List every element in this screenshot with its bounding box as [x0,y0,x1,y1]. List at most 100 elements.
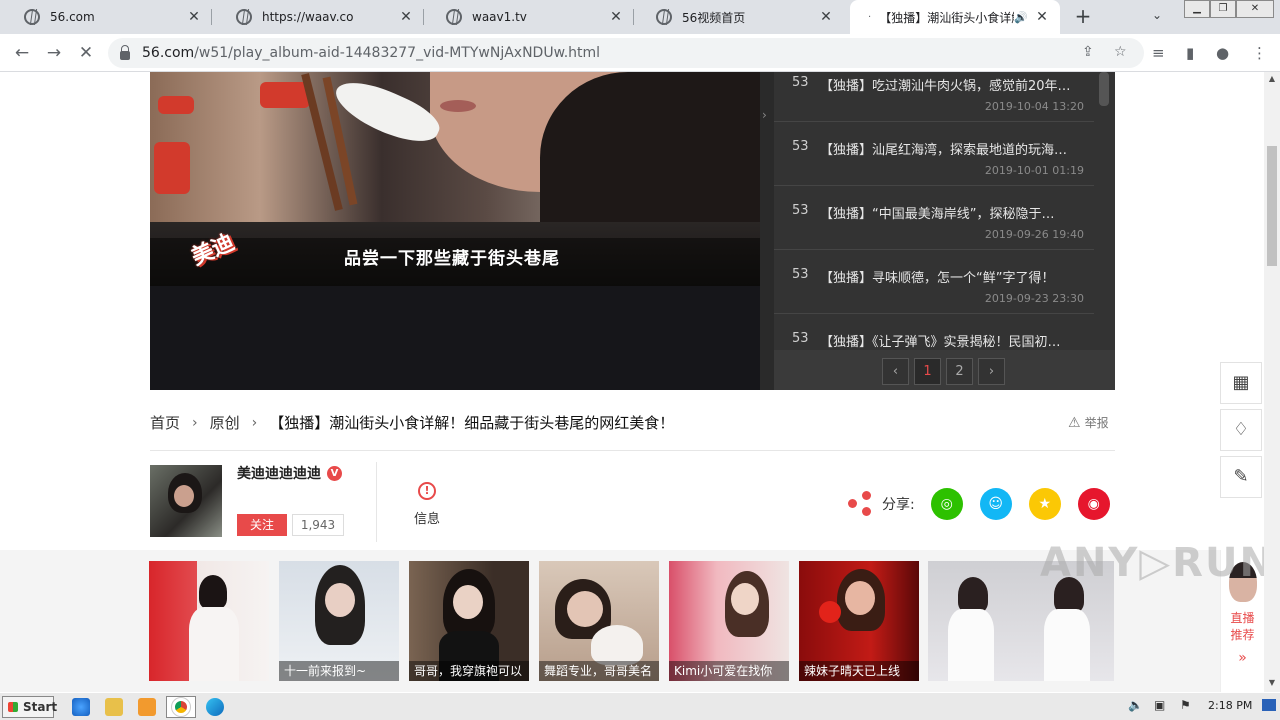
share-page-icon[interactable]: ⇪ [1082,44,1094,60]
verified-badge-icon: V [327,465,342,481]
tab-waav-co[interactable]: https://waav.co ✕ [218,0,424,34]
media-player-icon[interactable] [138,698,156,716]
recommend-thumbnail[interactable]: 辣妹子晴天已上线 [799,561,919,681]
close-window-button[interactable]: ✕ [1236,0,1274,18]
scrollbar-thumb[interactable] [1267,146,1277,266]
playlist-item[interactable]: 53 【独播】吃过潮汕牛肉火锅，感觉前20年… 2019-10-04 13:20 [774,72,1094,122]
close-icon[interactable]: ✕ [1034,9,1050,25]
bookmark-star-icon[interactable]: ☆ [1114,44,1127,60]
breadcrumb-home[interactable]: 首页 [150,412,180,433]
live-label: 直播 推荐 [1230,611,1255,642]
profile-icon[interactable]: ● [1216,44,1229,62]
author-avatar[interactable] [150,465,222,537]
video-player[interactable]: 品尝一下那些藏于街头巷尾 美迪 [150,72,760,390]
forward-button[interactable]: → [42,41,66,65]
playlist-item[interactable]: 53 【独播】“中国最美海岸线”，探秘隐于… 2019-09-26 19:40 [774,186,1094,250]
exclamation-icon: ! [418,482,436,500]
close-icon[interactable]: ✕ [398,9,414,25]
breadcrumb-category[interactable]: 原创 [210,412,240,433]
video-frame[interactable]: 品尝一下那些藏于街头巷尾 美迪 [150,72,760,286]
page-1-button[interactable]: 1 [914,358,941,385]
lightbulb-icon[interactable]: ♢ [1220,409,1262,451]
address-bar[interactable]: 56.com/w51/play_album-aid-14483277_vid-M… [108,38,1144,68]
recommend-thumbnail[interactable] [149,561,269,681]
internet-explorer-icon[interactable] [72,698,90,716]
flag-icon[interactable]: ⚑ [1180,698,1191,712]
item-number: 53 [792,139,809,154]
playlist-toggle[interactable]: › [760,72,774,390]
folder-icon[interactable] [105,698,123,716]
minimize-button[interactable]: ▁ [1184,0,1210,18]
qzone-icon[interactable]: ★ [1028,488,1061,520]
page-scrollbar[interactable]: ▲ ▼ [1264,72,1280,692]
menu-dots-icon[interactable]: ⋮ [1252,44,1267,62]
qr-code-icon[interactable]: ▦ [1220,362,1262,404]
start-button[interactable]: Start [2,696,57,718]
globe-icon [656,9,672,25]
loading-icon: · [868,11,872,23]
chrome-taskbar-button[interactable] [166,696,196,718]
lock-icon[interactable] [120,44,130,60]
recommend-thumbnail[interactable]: 哥哥，我穿旗袍可以 [409,561,529,681]
show-desktop-icon[interactable] [1262,699,1276,711]
tab-strip: 56.com ✕ https://waav.co ✕ waav1.tv ✕ 56… [0,0,1280,34]
playlist-scrollbar[interactable] [1099,72,1109,106]
edge-icon[interactable] [206,698,224,716]
playlist-item[interactable]: 53 【独播】汕尾红海湾，探索最地道的玩海… 2019-10-01 01:19 [774,122,1094,186]
globe-icon [446,9,462,25]
tab-title: https://waav.co [262,10,354,24]
close-icon[interactable]: ✕ [818,9,834,25]
stop-loading-button[interactable]: ✕ [74,41,98,65]
globe-icon [236,9,252,25]
author-name[interactable]: 美迪迪迪迪迪 V [237,463,342,483]
item-number: 53 [792,267,809,282]
thumbnail-caption: 舞蹈专业，哥哥美名 [539,661,659,681]
follow-button[interactable]: 关注 [237,514,287,536]
close-icon[interactable]: ✕ [186,9,202,25]
recommend-thumbnail[interactable]: 十一前来报到~ [279,561,399,681]
media-control-icon[interactable]: ≡ [1152,44,1165,62]
back-button[interactable]: ← [10,41,34,65]
info-button[interactable]: ! 信息 [410,482,444,527]
scroll-up-icon[interactable]: ▲ [1264,74,1280,83]
prev-page-button[interactable]: ‹ [882,358,909,385]
next-page-button[interactable]: › [978,358,1005,385]
volume-icon[interactable]: 🔈 [1128,698,1143,712]
feedback-edit-icon[interactable]: ✎ [1220,456,1262,498]
page-2-button[interactable]: 2 [946,358,973,385]
divider [150,450,1115,451]
chrome-icon [171,697,191,717]
tab-title: 【独播】潮汕街头小食详解 [879,10,1015,25]
network-icon[interactable]: ▣ [1154,698,1165,712]
tab-56-home[interactable]: 56视频首页 ✕ [638,0,844,34]
item-date: 2019-09-26 19:40 [984,228,1084,241]
playlist-item[interactable]: 53 【独播】寻味顺德，怎一个“鲜”字了得！ 2019-09-23 23:30 [774,250,1094,314]
recommend-thumbnail[interactable]: Kimi小可爱在找你 [669,561,789,681]
scroll-down-icon[interactable]: ▼ [1264,678,1280,687]
thumbnail-caption: 哥哥，我穿旗袍可以 [409,661,529,681]
share-label: 分享: [882,497,915,513]
restore-button[interactable]: ❐ [1210,0,1236,18]
weibo-icon[interactable]: ◉ [1077,488,1110,520]
tab-search-icon[interactable]: ⌄ [1152,8,1162,22]
thumbnail-caption: 辣妹子晴天已上线 [799,661,919,681]
tab-waav1-tv[interactable]: waav1.tv ✕ [428,0,634,34]
tab-56com[interactable]: 56.com ✕ [6,0,212,34]
recommend-thumbnail[interactable]: 舞蹈专业，哥哥美名 [539,561,659,681]
author-name-text: 美迪迪迪迪迪 [237,466,321,482]
playlist-panel: 53 【独播】吃过潮汕牛肉火锅，感觉前20年… 2019-10-04 13:20… [774,72,1115,390]
new-tab-button[interactable]: + [1072,5,1094,27]
wechat-icon[interactable]: ◎ [930,488,963,520]
side-panel-icon[interactable]: ▮ [1186,44,1194,62]
tab-current-video[interactable]: · 【独播】潮汕街头小食详解 🔊 ✕ [850,0,1060,34]
playlist-pager: ‹ 1 2 › [774,350,1115,390]
speaker-icon[interactable]: 🔊 [1014,11,1028,24]
report-button[interactable]: ⚠ 举报 [1068,414,1109,431]
chevron-right-icon: › [762,108,767,122]
qq-icon[interactable]: ☺ [979,488,1012,520]
item-title: 【独播】《让子弹飞》实景揭秘！民国初… [820,335,1061,350]
divider [376,462,377,542]
info-label: 信息 [413,512,440,527]
globe-icon [24,9,40,25]
close-icon[interactable]: ✕ [608,9,624,25]
